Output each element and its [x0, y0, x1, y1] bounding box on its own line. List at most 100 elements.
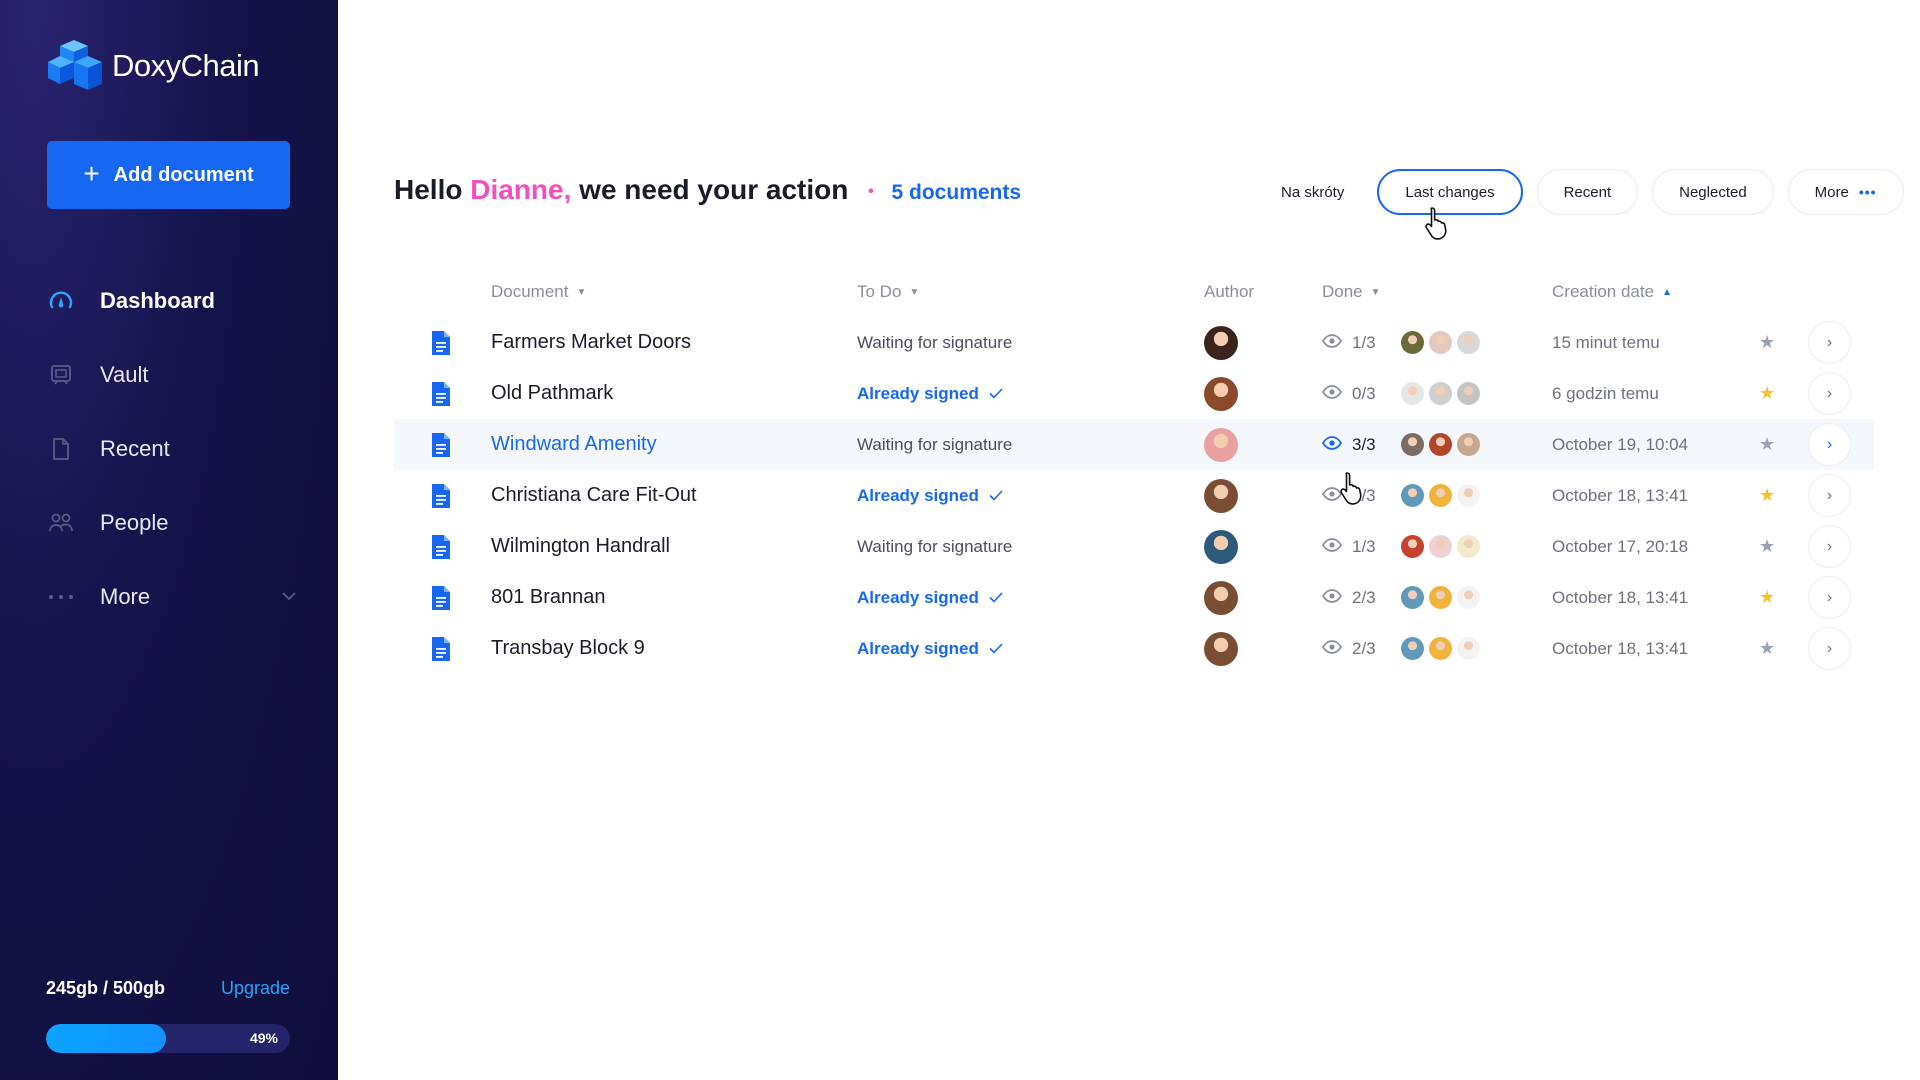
filter-na-skroty[interactable]: Na skróty [1262, 169, 1364, 215]
add-document-button[interactable]: + Add document [47, 141, 290, 209]
eye-icon[interactable] [1321, 639, 1343, 659]
signer-avatars[interactable] [1401, 317, 1480, 368]
chevron-right-icon: › [1826, 537, 1833, 555]
chevron-down-icon[interactable] [282, 588, 296, 606]
logo[interactable]: DoxyChain [46, 40, 260, 92]
column-todo[interactable]: To Do ▼ [857, 282, 919, 302]
column-author[interactable]: Author [1204, 282, 1254, 302]
signer-avatar [1457, 484, 1480, 507]
document-icon [430, 521, 452, 572]
star-icon[interactable]: ★ [1759, 368, 1775, 419]
creation-date: October 17, 20:18 [1552, 536, 1689, 556]
upgrade-link[interactable]: Upgrade [221, 978, 290, 999]
open-row-button[interactable]: › [1808, 576, 1851, 619]
document-icon [430, 317, 452, 368]
column-creation-date[interactable]: Creation date ▲ [1552, 282, 1672, 302]
signer-avatars[interactable] [1401, 623, 1480, 674]
sidebar-item-people[interactable]: People [46, 486, 296, 560]
check-icon [989, 490, 1003, 501]
open-row-button[interactable]: › [1808, 372, 1851, 415]
done-label: 0/3 [1352, 383, 1376, 403]
signer-avatars[interactable] [1401, 470, 1480, 521]
sidebar-item-dashboard[interactable]: Dashboard [46, 264, 296, 338]
eye-icon[interactable] [1321, 435, 1343, 455]
done-count: 0/3 [1321, 368, 1376, 419]
eye-icon[interactable] [1321, 537, 1343, 557]
table-row[interactable]: Christiana Care Fit-Out Already signed 2… [394, 470, 1874, 521]
open-row-button[interactable]: › [1808, 627, 1851, 670]
signer-avatar [1457, 331, 1480, 354]
filter-label: Recent [1563, 183, 1612, 201]
signer-avatar [1429, 331, 1452, 354]
sidebar-item-recent[interactable]: Recent [46, 412, 296, 486]
document-name[interactable]: Farmers Market Doors [491, 317, 691, 368]
open-row-button[interactable]: › [1808, 423, 1851, 466]
signer-avatars[interactable] [1401, 368, 1480, 419]
star-icon[interactable]: ★ [1759, 419, 1775, 470]
author-avatar[interactable] [1204, 521, 1238, 572]
done-count: 2/3 [1321, 623, 1376, 674]
signer-avatars[interactable] [1401, 572, 1480, 623]
open-row-button[interactable]: › [1808, 474, 1851, 517]
storage-progress-bar: 49% [46, 1024, 290, 1053]
document-name[interactable]: 801 Brannan [491, 572, 606, 623]
table-row[interactable]: Wilmington Handrall Waiting for signatur… [394, 521, 1874, 572]
author-avatar[interactable] [1204, 317, 1238, 368]
signer-avatar [1429, 535, 1452, 558]
storage-used: 245gb / 500gb [46, 978, 166, 998]
hand-cursor-icon [1340, 472, 1362, 505]
filter-neglected[interactable]: Neglected [1652, 169, 1774, 215]
author-avatar[interactable] [1204, 368, 1238, 419]
column-done[interactable]: Done ▼ [1322, 282, 1381, 302]
eye-icon[interactable] [1321, 588, 1343, 608]
author-avatar[interactable] [1204, 572, 1238, 623]
column-document[interactable]: Document ▼ [491, 282, 586, 302]
signer-avatars[interactable] [1401, 521, 1480, 572]
author-avatar[interactable] [1204, 419, 1238, 470]
eye-icon[interactable] [1321, 333, 1343, 353]
star-icon[interactable]: ★ [1759, 572, 1775, 623]
table-row[interactable]: Windward Amenity Waiting for signature 3… [394, 419, 1874, 470]
document-name[interactable]: Christiana Care Fit-Out [491, 470, 697, 521]
table-row[interactable]: Farmers Market Doors Waiting for signatu… [394, 317, 1874, 368]
column-label: Creation date [1552, 282, 1655, 301]
filter-recent[interactable]: Recent [1536, 169, 1639, 215]
document-icon [430, 572, 452, 623]
table-row[interactable]: Transbay Block 9 Already signed 2/3 Octo… [394, 623, 1874, 674]
done-count: 1/3 [1321, 317, 1376, 368]
document-name[interactable]: Wilmington Handrall [491, 521, 670, 572]
document-icon [430, 623, 452, 674]
todo-label: Waiting for signature [857, 536, 1013, 556]
sidebar-item-more[interactable]: More [46, 560, 296, 634]
filter-label: Neglected [1679, 183, 1747, 201]
check-icon [989, 592, 1003, 603]
author-avatar[interactable] [1204, 623, 1238, 674]
todo-label: Already signed [857, 638, 979, 658]
open-row-button[interactable]: › [1808, 321, 1851, 364]
storage-progress-fill [46, 1024, 166, 1053]
star-icon[interactable]: ★ [1759, 623, 1775, 674]
app-name: DoxyChain [112, 48, 260, 83]
signer-avatar [1429, 433, 1452, 456]
filter-more[interactable]: More ••• [1787, 169, 1904, 215]
signer-avatars[interactable] [1401, 419, 1480, 470]
author-avatar[interactable] [1204, 470, 1238, 521]
star-icon[interactable]: ★ [1759, 521, 1775, 572]
table-row[interactable]: Old Pathmark Already signed 0/3 6 godzin… [394, 368, 1874, 419]
star-icon[interactable]: ★ [1759, 470, 1775, 521]
signer-avatar [1429, 382, 1452, 405]
todo-label: Waiting for signature [857, 332, 1013, 352]
vault-icon [46, 360, 76, 390]
star-icon[interactable]: ★ [1759, 317, 1775, 368]
greeting-message: we need your action [579, 174, 849, 205]
sidebar-item-label: Vault [100, 362, 149, 387]
done-label: 2/3 [1352, 587, 1376, 607]
eye-icon[interactable] [1321, 384, 1343, 404]
document-name[interactable]: Transbay Block 9 [491, 623, 645, 674]
documents-count-link[interactable]: 5 documents [892, 181, 1022, 204]
document-name[interactable]: Windward Amenity [491, 419, 657, 470]
sidebar-item-vault[interactable]: Vault [46, 338, 296, 412]
table-row[interactable]: 801 Brannan Already signed 2/3 October 1… [394, 572, 1874, 623]
open-row-button[interactable]: › [1808, 525, 1851, 568]
document-name[interactable]: Old Pathmark [491, 368, 613, 419]
